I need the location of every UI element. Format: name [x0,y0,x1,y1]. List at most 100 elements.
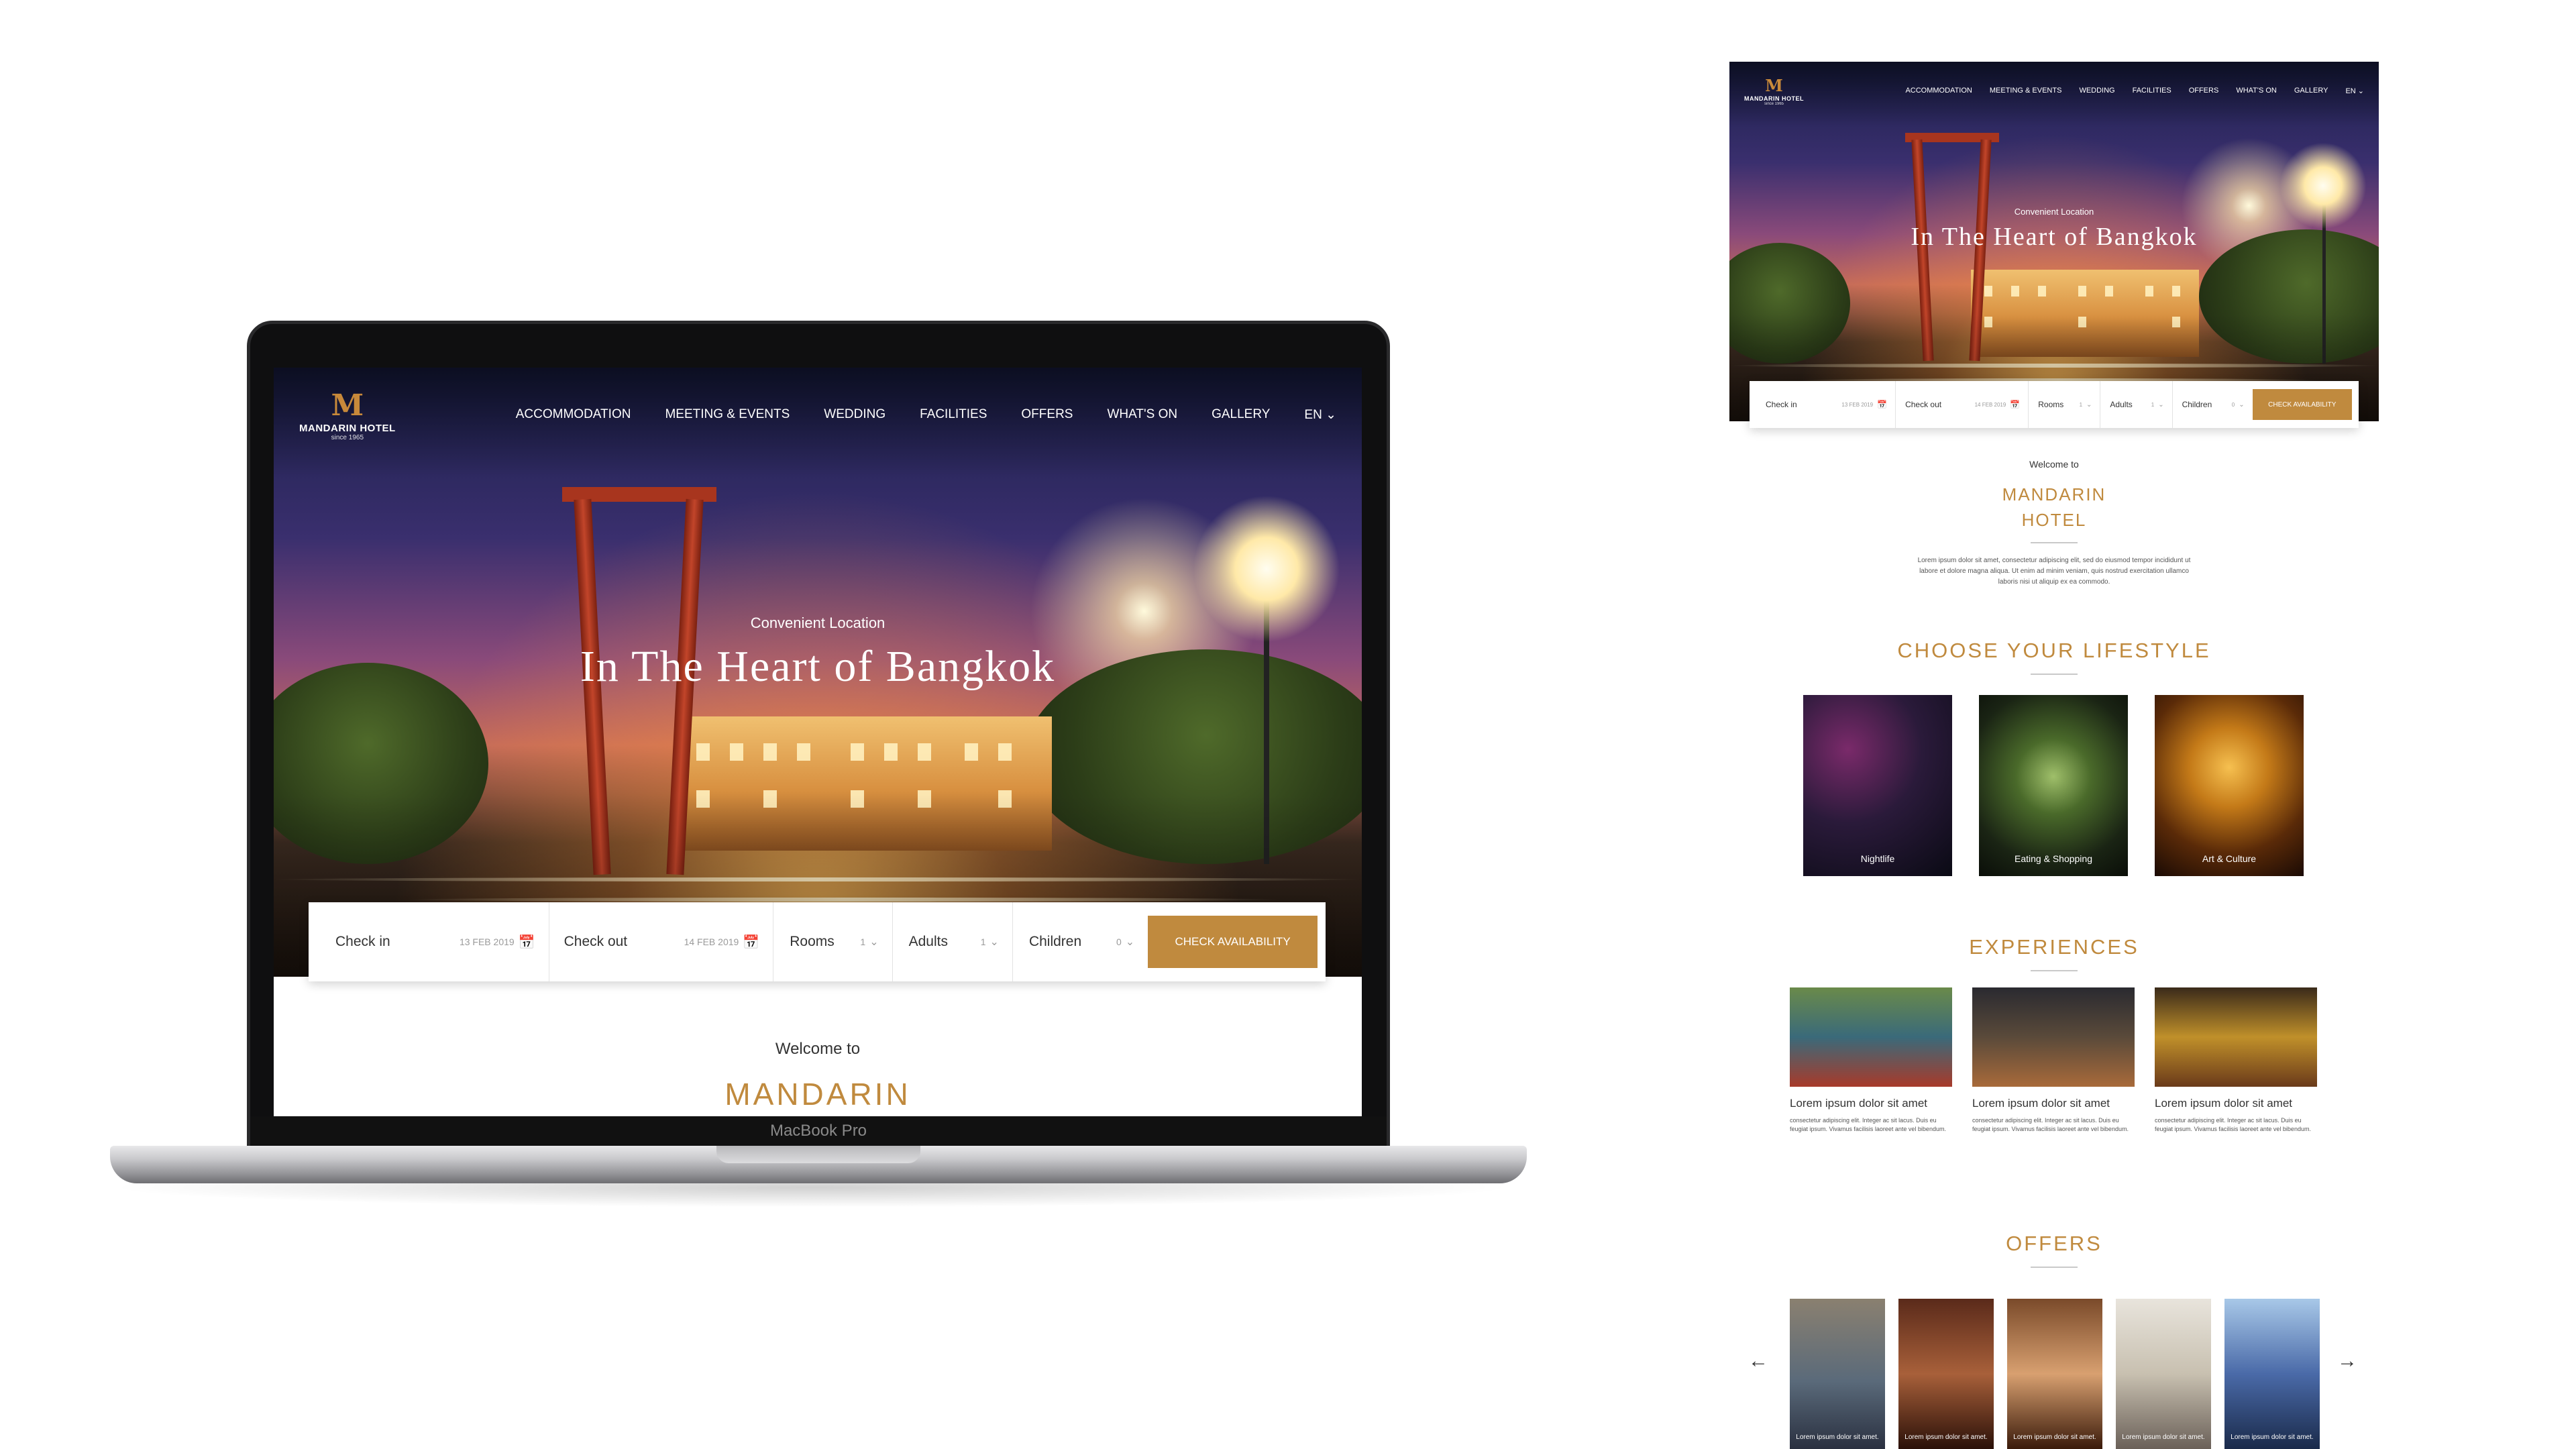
offer-card[interactable]: Lorem ipsum dolor sit amet. [1898,1299,1994,1449]
nav-menu: ACCOMMODATION MEETING & EVENTS WEDDING F… [516,407,1336,423]
offer-card[interactable]: Lorem ipsum dolor sit amet. [2224,1299,2320,1449]
offer-card[interactable]: Lorem ipsum dolor sit amet. [2116,1299,2211,1449]
check-in-label: Check in [1766,400,1797,409]
nav-item-whats-on[interactable]: WHAT'S ON [1107,407,1177,422]
check-in-value: 13 FEB 2019 [459,936,515,947]
offer-cards: Lorem ipsum dolor sit amet. Lorem ipsum … [1790,1299,2320,1449]
main-navigation: M MANDARIN HOTEL since 1965 ACCOMMODATIO… [1729,62,2379,119]
experience-card-image [1972,987,2135,1087]
welcome-title-line1: MANDARIN [2002,484,2106,504]
welcome-title: MANDARIN [724,1077,911,1112]
nav-item-offers[interactable]: OFFERS [1021,407,1073,422]
logo-mark-icon: M [1765,75,1783,95]
calendar-icon: 📅 [1877,400,1888,409]
chevron-down-icon: ⌄ [2357,87,2364,95]
section-divider [2031,674,2078,675]
nav-item-facilities[interactable]: FACILITIES [2133,87,2171,95]
adults-value: 1 [2151,401,2155,408]
check-availability-button[interactable]: CHECK AVAILABILITY [1148,916,1318,968]
offer-card[interactable]: Lorem ipsum dolor sit amet. [2007,1299,2102,1449]
check-out-field[interactable]: Check out 14 FEB 2019 📅 [549,902,774,981]
adults-select[interactable]: Adults 1 ⌄ [2100,381,2173,428]
logo-name: MANDARIN HOTEL [1744,95,1804,102]
chevron-down-icon: ⌄ [869,936,879,948]
section-divider [2031,970,2078,971]
experience-card-body: consectetur adipiscing elit. Integer ac … [1972,1117,2129,1132]
check-in-field[interactable]: Check in 13 FEB 2019 📅 [335,902,549,981]
booking-bar: Check in 13 FEB 2019 📅 Check out 14 FEB … [1750,381,2359,428]
lifestyle-card-label: Nightlife [1860,853,1895,864]
lifestyle-card-label: Eating & Shopping [2015,853,2092,864]
welcome-body: Lorem ipsum dolor sit amet, consectetur … [1917,557,2191,586]
rooms-select[interactable]: Rooms 1 ⌄ [2029,381,2101,428]
lifestyle-card-art-culture[interactable]: Art & Culture [2155,695,2304,876]
check-availability-button[interactable]: CHECK AVAILABILITY [2252,389,2353,420]
check-out-label: Check out [564,934,628,949]
children-value: 0 [1116,936,1122,947]
check-out-field[interactable]: Check out 14 FEB 2019 📅 [1896,381,2029,428]
laptop-chin: MacBook Pro [250,1116,1387,1147]
experience-card-title: Lorem ipsum dolor sit amet [1790,1097,1928,1110]
language-selector[interactable]: EN ⌄ [1304,407,1336,423]
check-in-value: 13 FEB 2019 [1841,401,1874,408]
children-select[interactable]: Children 0 ⌄ [1013,902,1148,981]
check-in-field[interactable]: Check in 13 FEB 2019 📅 [1766,381,1896,428]
rooms-label: Rooms [790,934,835,949]
nav-item-gallery[interactable]: GALLERY [1212,407,1270,422]
nav-item-meeting-events[interactable]: MEETING & EVENTS [1990,87,2062,95]
calendar-icon: 📅 [518,934,535,950]
nav-item-accommodation[interactable]: ACCOMMODATION [516,407,631,422]
nav-item-wedding[interactable]: WEDDING [824,407,885,422]
experience-card-image [1790,987,1952,1087]
nav-item-offers[interactable]: OFFERS [2189,87,2219,95]
arrow-right-icon[interactable]: → [2337,1350,2357,1373]
nav-menu: ACCOMMODATION MEETING & EVENTS WEDDING F… [1905,87,2364,95]
lifestyle-cards: Nightlife Eating & Shopping Art & Cultur… [1803,695,2304,876]
nav-item-whats-on[interactable]: WHAT'S ON [2236,87,2277,95]
nav-item-accommodation[interactable]: ACCOMMODATION [1905,87,1972,95]
hotel-logo[interactable]: M MANDARIN HOTEL since 1965 [1744,76,1804,106]
calendar-icon: 📅 [743,934,760,950]
experience-card-image [2155,987,2317,1087]
logo-since: since 1965 [331,433,364,441]
calendar-icon: 📅 [2010,400,2021,409]
chevron-down-icon: ⌄ [2086,400,2092,409]
welcome-intro: Welcome to [775,1040,861,1058]
logo-name: MANDARIN HOTEL [299,422,396,434]
chevron-down-icon: ⌄ [2239,400,2245,409]
laptop-model-label: MacBook Pro [769,1122,867,1140]
experience-card[interactable]: Lorem ipsum dolor sit amet consectetur a… [1790,987,1952,1134]
experience-card[interactable]: Lorem ipsum dolor sit amet consectetur a… [1972,987,2135,1134]
adults-label: Adults [908,934,948,949]
lifestyle-card-nightlife[interactable]: Nightlife [1803,695,1952,876]
language-label: EN [2345,87,2356,95]
hero-subtitle: Convenient Location [750,614,885,631]
experience-card-body: consectetur adipiscing elit. Integer ac … [1790,1117,1946,1132]
children-select[interactable]: Children 0 ⌄ [2173,381,2253,428]
nav-item-wedding[interactable]: WEDDING [2079,87,2114,95]
hero-text: Convenient Location In The Heart of Bang… [274,614,1362,692]
rooms-value: 1 [860,936,866,947]
mockup-canvas: MacBook Pro M MANDARIN HOTEL since 1965 … [0,0,2576,1449]
adults-select[interactable]: Adults 1 ⌄ [893,902,1013,981]
nav-item-gallery[interactable]: GALLERY [2294,87,2328,95]
section-divider [2031,542,2078,543]
language-selector[interactable]: EN ⌄ [2345,87,2364,95]
offer-card[interactable]: Lorem ipsum dolor sit amet. [1790,1299,1885,1449]
booking-bar: Check in 13 FEB 2019 📅 Check out 14 FEB … [309,902,1326,981]
rooms-value: 1 [2079,401,2083,408]
hotel-logo[interactable]: M MANDARIN HOTEL since 1965 [299,388,396,441]
laptop-screen-site: M MANDARIN HOTEL since 1965 ACCOMMODATIO… [274,368,1362,1116]
welcome-title: MANDARIN HOTEL [1729,482,2379,533]
nav-item-facilities[interactable]: FACILITIES [920,407,987,422]
logo-since: since 1965 [1764,101,1784,106]
experiences-section: EXPERIENCES [1729,935,2379,971]
lifestyle-card-eating-shopping[interactable]: Eating & Shopping [1979,695,2128,876]
experience-card[interactable]: Lorem ipsum dolor sit amet consectetur a… [2155,987,2317,1134]
rooms-select[interactable]: Rooms 1 ⌄ [773,902,893,981]
arrow-left-icon[interactable]: ← [1748,1350,1768,1373]
hero-title: In The Heart of Bangkok [1911,223,2198,251]
children-value: 0 [2231,401,2235,408]
nav-item-meeting-events[interactable]: MEETING & EVENTS [665,407,790,422]
chevron-down-icon: ⌄ [989,936,999,948]
